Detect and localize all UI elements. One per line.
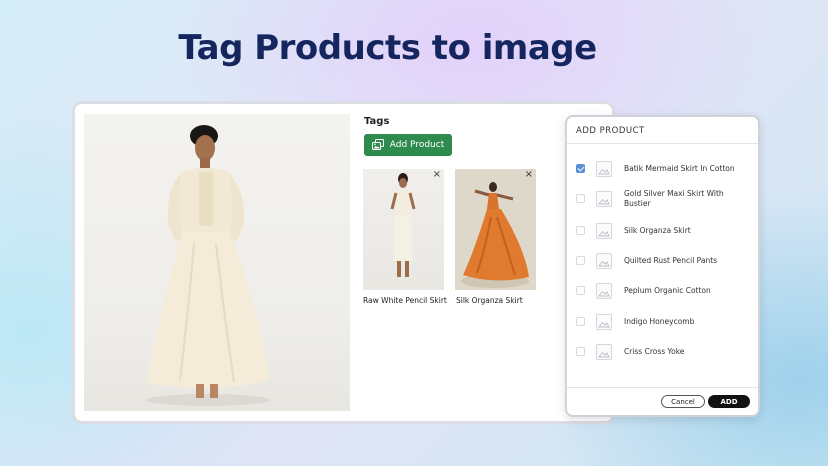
product-list-item[interactable]: Indigo Honeycomb	[567, 307, 758, 337]
model-illustration	[146, 125, 270, 406]
modal-divider	[567, 387, 758, 388]
item-checkbox[interactable]	[576, 347, 585, 356]
thumbnail-image	[390, 173, 416, 277]
add-product-modal: ADD PRODUCT Batik Mermaid Skirt In Cotto…	[565, 115, 760, 417]
item-label: Criss Cross Yoke	[624, 347, 685, 356]
tags-title: Tags	[364, 116, 390, 127]
tagged-product-label: Silk Organza Skirt	[456, 296, 523, 305]
item-label: Silk Organza Skirt	[624, 226, 691, 235]
main-product-photo	[84, 114, 350, 411]
item-checkbox[interactable]	[576, 256, 585, 265]
product-list-item[interactable]: Gold Silver Maxi Skirt With Bustier	[567, 182, 758, 216]
item-label: Gold Silver Maxi Skirt With Bustier	[624, 189, 724, 208]
tagged-product-thumbnail[interactable]: ×	[455, 169, 536, 290]
page-headline: Tag Products to image	[178, 28, 597, 68]
product-list-item[interactable]: Peplum Organic Cotton	[567, 276, 758, 306]
product-list-item[interactable]: Quilted Rust Pencil Pants	[567, 246, 758, 276]
item-label: Quilted Rust Pencil Pants	[624, 256, 718, 265]
image-placeholder-icon	[596, 161, 612, 177]
product-list-item[interactable]: Batik Mermaid Skirt In Cotton	[567, 154, 758, 184]
item-checkbox[interactable]	[576, 286, 585, 295]
images-icon	[371, 139, 384, 150]
image-placeholder-icon	[596, 253, 612, 269]
remove-tag-close-icon[interactable]: ×	[433, 170, 441, 180]
image-placeholder-icon	[596, 283, 612, 299]
image-placeholder-icon	[596, 223, 612, 239]
tagged-product-thumbnail[interactable]: ×	[363, 169, 444, 290]
remove-tag-close-icon[interactable]: ×	[525, 170, 533, 180]
product-list-item[interactable]: Silk Organza Skirt	[567, 216, 758, 246]
add-product-button[interactable]: Add Product	[364, 134, 452, 156]
item-checkbox[interactable]	[576, 164, 585, 173]
modal-divider	[567, 143, 758, 144]
item-label: Indigo Honeycomb	[624, 317, 695, 326]
item-checkbox[interactable]	[576, 317, 585, 326]
tagged-product-label: Raw White Pencil Skirt	[363, 296, 447, 305]
thumbnail-image	[455, 169, 536, 290]
item-label: Peplum Organic Cotton	[624, 286, 711, 295]
item-checkbox[interactable]	[576, 194, 585, 203]
image-placeholder-icon	[596, 314, 612, 330]
item-checkbox[interactable]	[576, 226, 585, 235]
image-placeholder-icon	[596, 191, 612, 207]
add-button[interactable]: ADD	[708, 395, 750, 408]
item-label: Batik Mermaid Skirt In Cotton	[624, 164, 735, 173]
add-product-label: Add Product	[389, 140, 445, 150]
product-list-item[interactable]: Criss Cross Yoke	[567, 337, 758, 367]
modal-title: ADD PRODUCT	[576, 126, 645, 136]
cancel-button[interactable]: Cancel	[661, 395, 705, 408]
image-placeholder-icon	[596, 344, 612, 360]
